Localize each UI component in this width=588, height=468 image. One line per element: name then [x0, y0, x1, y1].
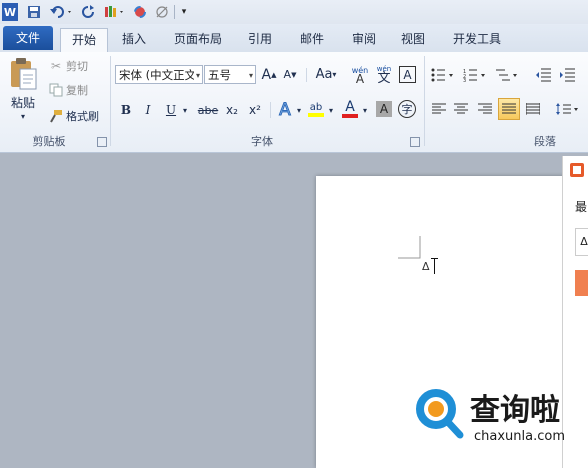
phonetic-guide-button[interactable]: wén 文	[374, 62, 394, 86]
clear-format-button[interactable]: wén A	[350, 64, 370, 86]
text-cursor-top	[431, 258, 438, 259]
text-effects-button[interactable]: A	[276, 99, 294, 121]
align-right-button[interactable]	[476, 100, 494, 118]
undo-icon[interactable]	[48, 3, 74, 21]
superscript-button[interactable]: x²	[245, 100, 265, 120]
panel-heading: 最	[575, 200, 588, 214]
underline-dropdown-icon[interactable]: ▾	[180, 100, 190, 120]
increase-indent-button[interactable]	[558, 66, 576, 84]
watermark-title: 查询啦	[470, 393, 560, 428]
text-effects-dropdown-icon[interactable]: ▾	[294, 100, 304, 120]
font-color-button[interactable]: A	[340, 98, 360, 120]
format-painter-button[interactable]: 格式刷	[66, 108, 106, 124]
tab-page-layout[interactable]: 页面布局	[168, 28, 228, 50]
font-divider	[306, 68, 307, 82]
font-launcher-icon[interactable]	[410, 137, 420, 147]
watermark: 查询啦 chaxunla.com	[410, 385, 588, 455]
copy-icon[interactable]	[48, 82, 64, 98]
tab-view[interactable]: 视图	[393, 28, 433, 50]
highlight-dropdown-icon[interactable]: ▾	[326, 100, 336, 120]
multilevel-list-button[interactable]	[494, 66, 520, 84]
cut-icon[interactable]: ✂	[48, 58, 64, 74]
customize-icon[interactable]: ▾	[178, 3, 190, 21]
save-icon[interactable]	[26, 3, 42, 21]
highlight-swatch	[308, 112, 324, 117]
color-icon[interactable]	[132, 3, 148, 21]
cut-button[interactable]: 剪切	[66, 58, 94, 74]
tab-file[interactable]: 文件	[3, 26, 53, 50]
paste-button[interactable]: 粘贴	[6, 94, 40, 110]
font-color-swatch	[342, 113, 358, 118]
font-name-value: 宋体 (中文正文	[119, 68, 197, 82]
paste-dropdown-icon[interactable]: ▾	[14, 110, 32, 122]
decrease-indent-button[interactable]	[534, 66, 552, 84]
ribbon-tabs: 文件 开始 插入 页面布局 引用 邮件 审阅 视图 开发工具	[0, 24, 588, 54]
word-logo-icon[interactable]: W	[2, 3, 18, 21]
panel-input[interactable]: Δ	[575, 228, 588, 256]
group-divider	[110, 56, 111, 146]
character-shading-button[interactable]: A	[376, 101, 392, 117]
clipboard-launcher-icon[interactable]	[97, 137, 107, 147]
ribbon: 粘贴 ▾ ✂ 剪切 复制 格式刷 剪贴板 宋体 (中文正文 ▾ 五号 ▾ A ▲ A ▼…	[0, 52, 588, 153]
bold-button[interactable]: B	[117, 100, 135, 120]
clear-format-a: A	[355, 72, 365, 86]
enclose-characters-button[interactable]: 字	[398, 100, 416, 118]
paragraph-group-label: 段落	[534, 135, 556, 148]
tab-mailings[interactable]: 邮件	[292, 28, 332, 50]
subscript-button[interactable]: x₂	[222, 100, 242, 120]
bullets-button[interactable]	[430, 66, 456, 84]
font-size-select[interactable]: 五号 ▾	[204, 65, 256, 84]
character-border-button[interactable]: A	[399, 66, 416, 83]
clear-icon[interactable]	[154, 3, 170, 21]
tab-references[interactable]: 引用	[240, 28, 280, 50]
text-cursor	[434, 258, 435, 274]
font-color-label: A	[345, 98, 355, 115]
font-color-dropdown-icon[interactable]: ▾	[360, 100, 370, 120]
justify-button[interactable]	[498, 98, 520, 120]
grow-font-button[interactable]: A ▲	[260, 65, 278, 84]
group-divider-2	[424, 56, 425, 146]
align-left-button[interactable]	[430, 100, 448, 118]
strikethrough-button[interactable]: abe	[196, 100, 220, 120]
shrink-font-button[interactable]: A ▼	[281, 65, 299, 84]
panel-logo-icon	[569, 162, 585, 178]
watermark-logo-icon	[416, 389, 464, 439]
align-center-button[interactable]	[452, 100, 470, 118]
tab-insert[interactable]: 插入	[114, 28, 154, 50]
tab-home[interactable]: 开始	[60, 28, 108, 54]
format-painter-brush-icon[interactable]	[48, 108, 64, 124]
italic-button[interactable]: I	[139, 100, 157, 120]
qat-divider	[174, 5, 175, 19]
watermark-domain: chaxunla.com	[474, 429, 565, 444]
format-painter-icon[interactable]	[102, 3, 126, 21]
redo-icon[interactable]	[80, 3, 96, 21]
highlight-button[interactable]: ab	[306, 98, 326, 120]
change-case-label: Aa	[315, 67, 333, 82]
quick-access-toolbar: W ▾	[0, 0, 588, 24]
page-corner-mark	[398, 236, 421, 259]
font-size-value: 五号	[208, 68, 231, 82]
font-group-label: 字体	[251, 135, 273, 148]
clipboard-group-label: 剪贴板	[32, 135, 66, 148]
tab-review[interactable]: 审阅	[344, 28, 384, 50]
tab-developer[interactable]: 开发工具	[445, 28, 509, 50]
anchor-marker: Δ	[422, 260, 430, 273]
grow-font-label: A	[261, 66, 272, 83]
copy-button[interactable]: 复制	[66, 82, 94, 98]
underline-button[interactable]: U	[162, 100, 180, 120]
highlight-label: ab	[309, 101, 323, 113]
panel-action-button[interactable]	[575, 270, 588, 296]
shrink-font-label: A	[283, 68, 292, 81]
font-divider-2	[270, 102, 271, 118]
font-name-select[interactable]: 宋体 (中文正文 ▾	[115, 65, 203, 84]
change-case-button[interactable]: Aa ▾	[312, 65, 340, 84]
paste-icon[interactable]	[6, 56, 40, 92]
line-spacing-button[interactable]	[554, 100, 580, 118]
svg-text:3: 3	[463, 78, 466, 82]
phonetic-char: 文	[377, 71, 391, 86]
distributed-button[interactable]	[524, 100, 542, 118]
numbering-button[interactable]: 123	[462, 66, 488, 84]
